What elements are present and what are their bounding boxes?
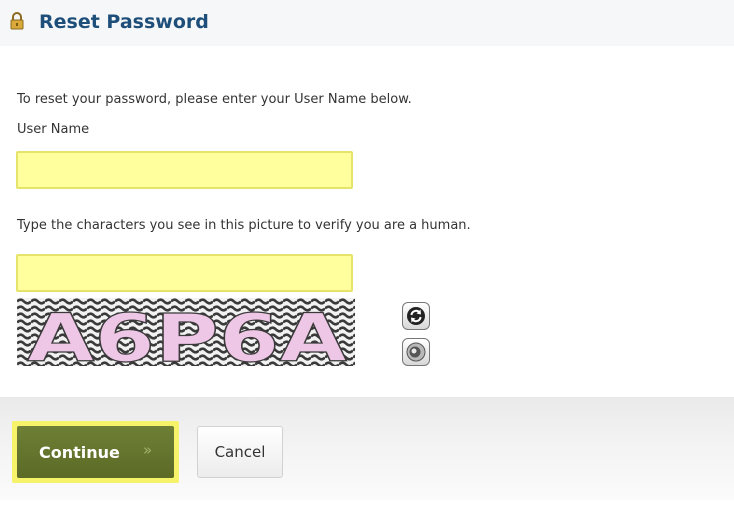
- captcha-prompt: Type the characters you see in this pict…: [17, 218, 471, 233]
- captcha-text: A6P6A: [27, 300, 347, 366]
- lock-icon: [10, 12, 24, 30]
- username-label: User Name: [17, 122, 90, 137]
- captcha-audio-button[interactable]: [402, 338, 430, 366]
- refresh-icon: [407, 307, 425, 325]
- instructions-text: To reset your password, please enter you…: [17, 92, 412, 107]
- cancel-button[interactable]: Cancel: [197, 426, 283, 478]
- page-header: Reset Password: [0, 0, 734, 46]
- continue-label: Continue: [39, 442, 120, 462]
- page-title: Reset Password: [39, 11, 209, 33]
- speaker-icon: [406, 342, 426, 362]
- continue-button[interactable]: Continue »: [17, 426, 174, 478]
- captcha-image: A6P6A: [17, 298, 355, 366]
- continue-focus-ring: Continue »: [12, 421, 179, 483]
- captcha-input[interactable]: [16, 254, 353, 292]
- double-chevron-right-icon: »: [143, 441, 153, 459]
- captcha-refresh-button[interactable]: [402, 302, 430, 330]
- username-input[interactable]: [16, 151, 353, 189]
